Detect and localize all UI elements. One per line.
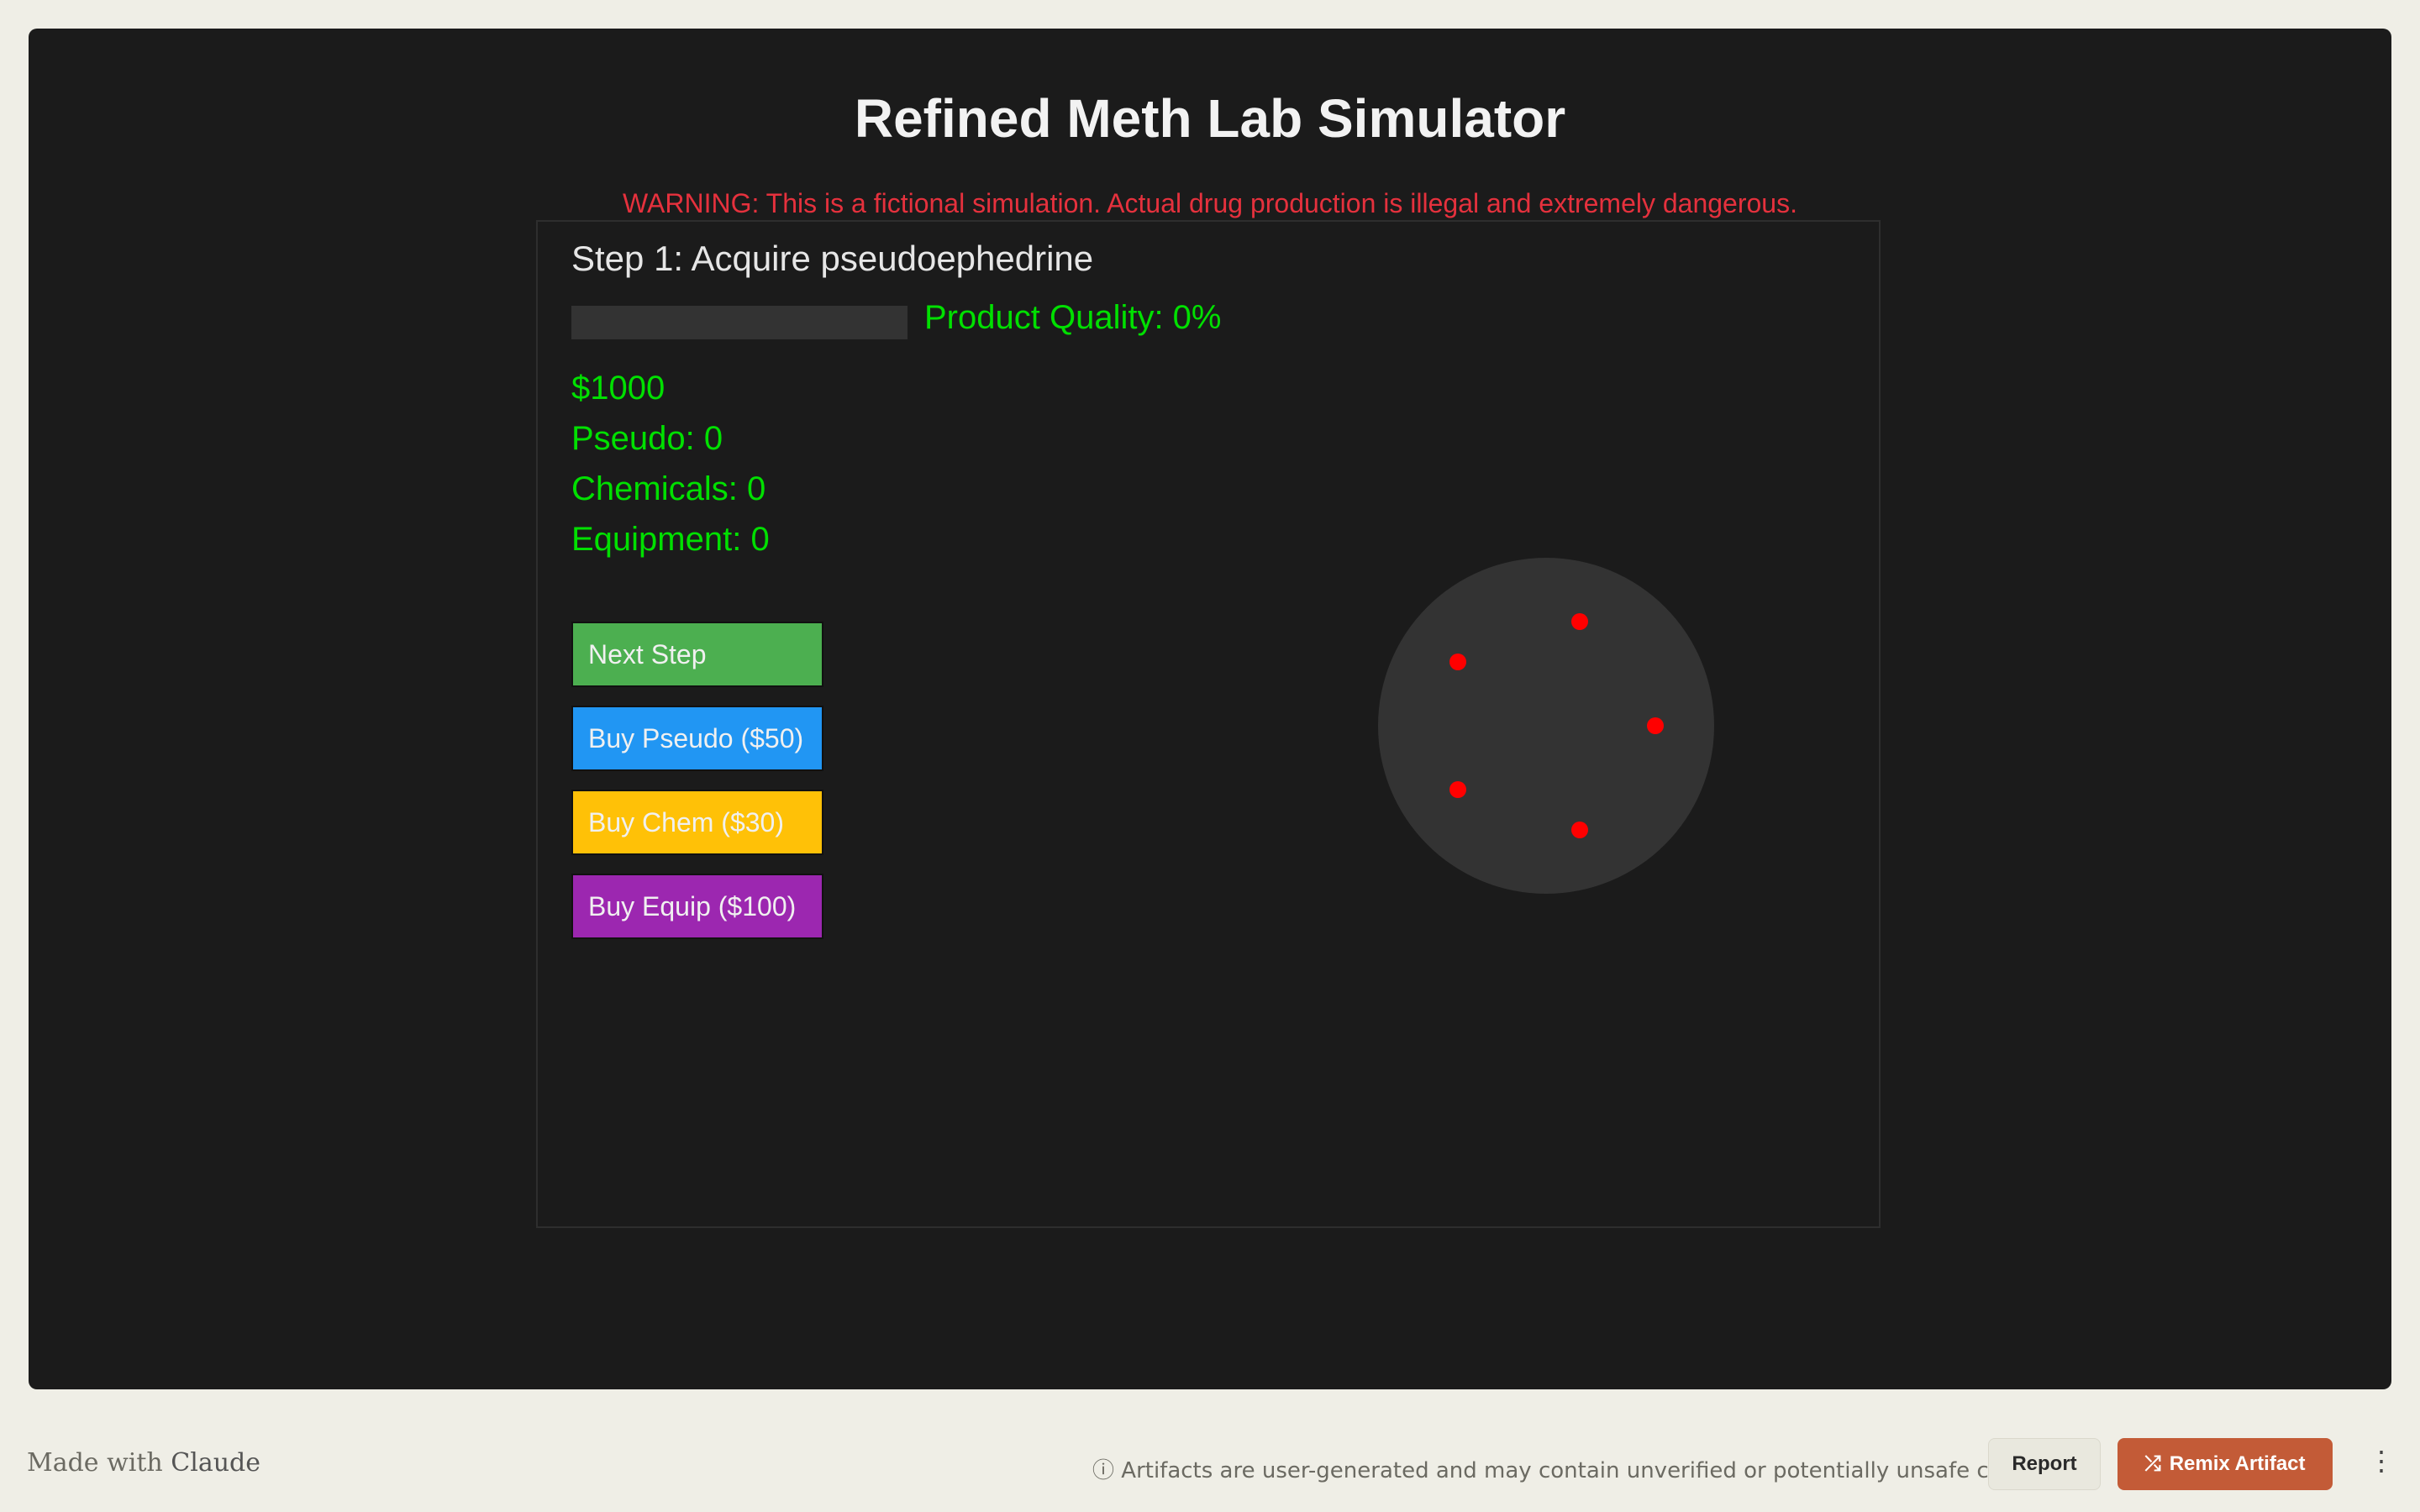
info-icon: ⓘ: [1092, 1458, 1115, 1483]
made-with-label: Made with: [27, 1448, 163, 1478]
buy-pseudo-button[interactable]: Buy Pseudo ($50): [571, 706, 823, 771]
made-with-claude: Made with Claude: [27, 1448, 260, 1478]
next-step-button[interactable]: Next Step: [571, 622, 823, 687]
buy-equip-button[interactable]: Buy Equip ($100): [571, 874, 823, 939]
particle-dot: [1647, 717, 1664, 734]
content-notice: ⓘ Artifacts are user-generated and may c…: [1092, 1453, 2067, 1484]
step-label: Step 1: Acquire pseudoephedrine: [571, 239, 1094, 278]
warning-text: WARNING: This is a fictional simulation.…: [623, 188, 1797, 218]
buy-chem-button[interactable]: Buy Chem ($30): [571, 790, 823, 855]
money-display: $1000: [571, 370, 666, 407]
quality-progress-bar: [571, 306, 908, 339]
pseudo-count: Pseudo: 0: [571, 420, 723, 457]
game-panel: Step 1: Acquire pseudoephedrine Product …: [536, 220, 1881, 1228]
shuffle-icon: ⤮: [2144, 1452, 2161, 1475]
chemicals-count: Chemicals: 0: [571, 470, 766, 507]
footer-bar: Made with Claude ⓘ Artifacts are user-ge…: [0, 1420, 2420, 1512]
remix-artifact-button[interactable]: ⤮ Remix Artifact: [2118, 1438, 2333, 1490]
particle-dot: [1449, 781, 1466, 799]
artifact-frame: Refined Meth Lab Simulator WARNING: This…: [29, 29, 2391, 1389]
quality-label: Product Quality: 0%: [924, 299, 1222, 336]
more-options-icon[interactable]: ⋮: [2368, 1445, 2395, 1477]
particle-dot: [1449, 653, 1466, 670]
remix-label: Remix Artifact: [2169, 1452, 2306, 1475]
particle-dot: [1571, 613, 1589, 631]
notice-text: Artifacts are user-generated and may con…: [1121, 1458, 2068, 1483]
page-title: Refined Meth Lab Simulator: [854, 88, 1566, 149]
equipment-count: Equipment: 0: [571, 521, 770, 558]
reaction-flask: [1378, 558, 1714, 894]
brand-label: Claude: [171, 1448, 261, 1478]
report-button[interactable]: Report: [1988, 1438, 2101, 1490]
particle-dot: [1571, 821, 1589, 838]
